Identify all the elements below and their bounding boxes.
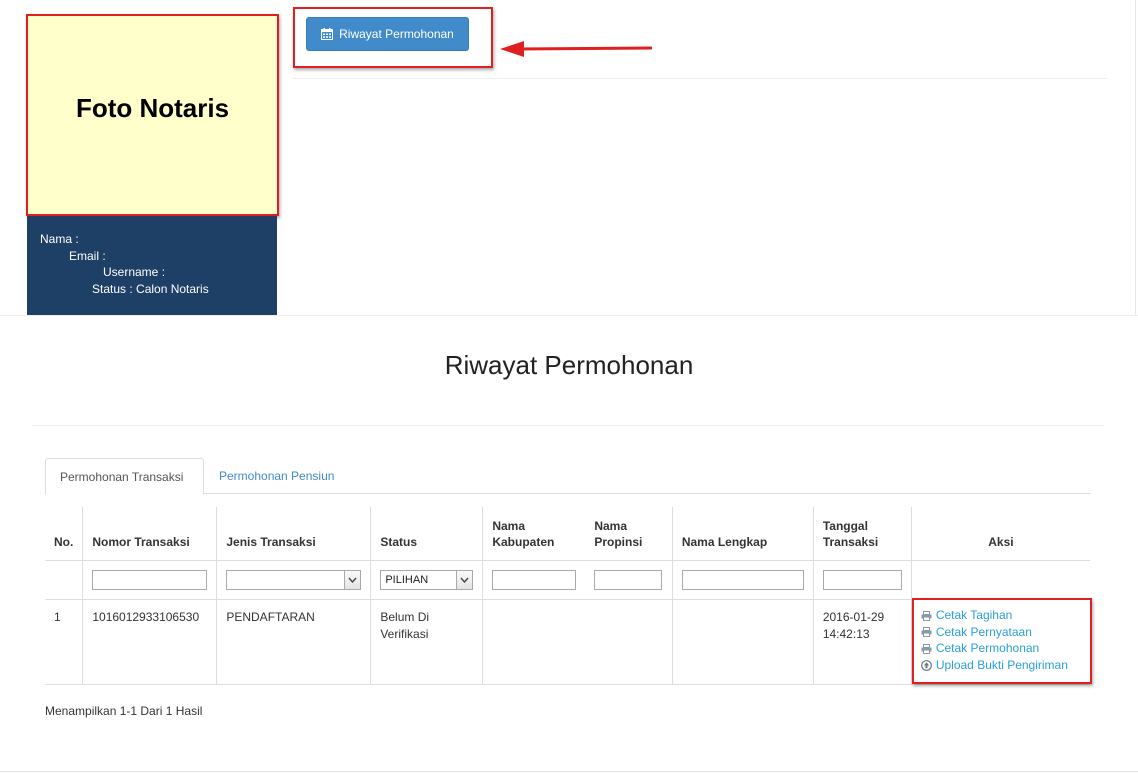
- header-text: Tanggal: [822, 518, 868, 533]
- filter-cell: [671, 559, 814, 600]
- column-header-aksi: Aksi: [910, 507, 1090, 561]
- page-title: Riwayat Permohonan: [444, 350, 694, 380]
- status-text: Verifikasi: [380, 626, 429, 641]
- divider: [293, 78, 1107, 79]
- cetak-pernyataan-link[interactable]: Cetak Pernyataan: [921, 624, 1081, 641]
- cell-tanggal: 2016-01-29 14:42:13: [812, 598, 912, 685]
- filter-kabupaten-input[interactable]: [492, 569, 577, 590]
- filter-cell: [82, 559, 218, 600]
- column-header-jenis-transaksi[interactable]: Jenis Transaksi: [216, 507, 372, 561]
- calendar-icon: [321, 28, 334, 40]
- link-label: Cetak Permohonan: [935, 641, 1040, 656]
- link-label: Upload Bukti Pengiriman: [935, 657, 1068, 672]
- column-header-nama-kabupaten[interactable]: Nama Kabupaten: [482, 507, 586, 561]
- upload-circle-icon: [920, 659, 932, 671]
- cell-aksi: Cetak Tagihan Cetak Pernyataan Cetak Per…: [910, 598, 1090, 685]
- print-icon: [921, 643, 932, 654]
- title-divider: [32, 425, 1104, 426]
- column-header-status[interactable]: Status: [370, 507, 484, 561]
- notary-photo: Foto Notaris: [26, 14, 279, 216]
- filter-nomor-input[interactable]: [92, 569, 208, 590]
- annotation-arrow-icon: [500, 41, 653, 57]
- riwayat-permohonan-button[interactable]: Riwayat Permohonan: [306, 17, 469, 51]
- filter-cell: [216, 559, 372, 600]
- cell-nama-lengkap: [671, 598, 814, 685]
- filter-jenis-select[interactable]: [226, 569, 362, 590]
- header-text: Transaksi: [822, 534, 879, 549]
- cell-jenis-transaksi: PENDAFTARAN: [216, 598, 372, 685]
- pagination-summary: Menampilkan 1-1 Dari 1 Hasil: [45, 704, 203, 718]
- column-header-nama-propinsi[interactable]: Nama Propinsi: [585, 507, 673, 561]
- table-row: 1 1016012933106530 PENDAFTARAN Belum Di V…: [45, 598, 1090, 685]
- profile-status: Status : Calon Notaris: [92, 282, 209, 296]
- print-icon: [921, 627, 932, 638]
- profile-username: Username :: [103, 265, 166, 279]
- date-text: 2016-01-29: [822, 609, 885, 624]
- filter-cell: PILIHAN: [370, 559, 484, 600]
- filter-cell: [812, 559, 912, 600]
- filter-status-select[interactable]: PILIHAN: [380, 569, 474, 590]
- cell-nomor-transaksi: 1016012933106530: [82, 598, 218, 685]
- filter-tanggal-input[interactable]: [822, 569, 902, 590]
- status-text: Belum Di: [380, 609, 430, 624]
- riwayat-button-label: Riwayat Permohonan: [339, 27, 454, 41]
- filter-row: PILIHAN: [45, 559, 1090, 600]
- footer-divider: [0, 771, 1138, 772]
- section-divider: [0, 315, 1138, 316]
- transaction-table: No. Nomor Transaksi Jenis Transaksi Stat…: [45, 507, 1090, 685]
- photo-label: Foto Notaris: [75, 92, 230, 123]
- tab-bar: Permohonan Transaksi Permohonan Pensiun: [45, 458, 1091, 495]
- header-text: Nama: [492, 518, 526, 533]
- print-icon: [921, 610, 932, 621]
- tab-permohonan-transaksi[interactable]: Permohonan Transaksi: [45, 458, 204, 495]
- filter-cell: [910, 559, 1090, 600]
- column-header-nama-lengkap[interactable]: Nama Lengkap: [671, 507, 814, 561]
- link-label: Cetak Pernyataan: [935, 624, 1032, 639]
- cell-propinsi: [585, 598, 673, 685]
- time-text: 14:42:13: [822, 626, 870, 641]
- column-header-tanggal-transaksi[interactable]: Tanggal Transaksi: [812, 507, 912, 561]
- filter-nama-lengkap-input[interactable]: [681, 569, 804, 590]
- filter-cell: [45, 559, 84, 600]
- table-header-row: No. Nomor Transaksi Jenis Transaksi Stat…: [45, 507, 1090, 561]
- chevron-down-icon[interactable]: [456, 570, 473, 589]
- column-header-nomor-transaksi[interactable]: Nomor Transaksi: [82, 507, 218, 561]
- profile-panel: Nama : Email : Username : Status : Calon…: [27, 216, 277, 315]
- cell-status: Belum Di Verifikasi: [370, 598, 484, 685]
- profile-email: Email :: [69, 249, 106, 263]
- filter-propinsi-input[interactable]: [594, 569, 663, 590]
- profile-name: Nama :: [40, 232, 79, 246]
- cetak-permohonan-link[interactable]: Cetak Permohonan: [921, 641, 1081, 658]
- tab-permohonan-pensiun[interactable]: Permohonan Pensiun: [205, 458, 348, 494]
- column-header-no[interactable]: No.: [45, 507, 84, 561]
- filter-cell: [585, 559, 673, 600]
- header-text: Propinsi: [594, 534, 643, 549]
- header-text: Nama: [594, 518, 628, 533]
- filter-status-value: PILIHAN: [385, 573, 429, 586]
- header-text: Kabupaten: [492, 534, 555, 549]
- upload-bukti-pengiriman-link[interactable]: Upload Bukti Pengiriman: [920, 657, 1081, 674]
- chevron-down-icon[interactable]: [344, 570, 361, 589]
- link-label: Cetak Tagihan: [935, 608, 1013, 623]
- cell-kabupaten: [482, 598, 586, 685]
- filter-cell: [482, 559, 586, 600]
- cell-no: 1: [45, 598, 84, 685]
- cetak-tagihan-link[interactable]: Cetak Tagihan: [921, 608, 1081, 625]
- divider: [1135, 0, 1136, 315]
